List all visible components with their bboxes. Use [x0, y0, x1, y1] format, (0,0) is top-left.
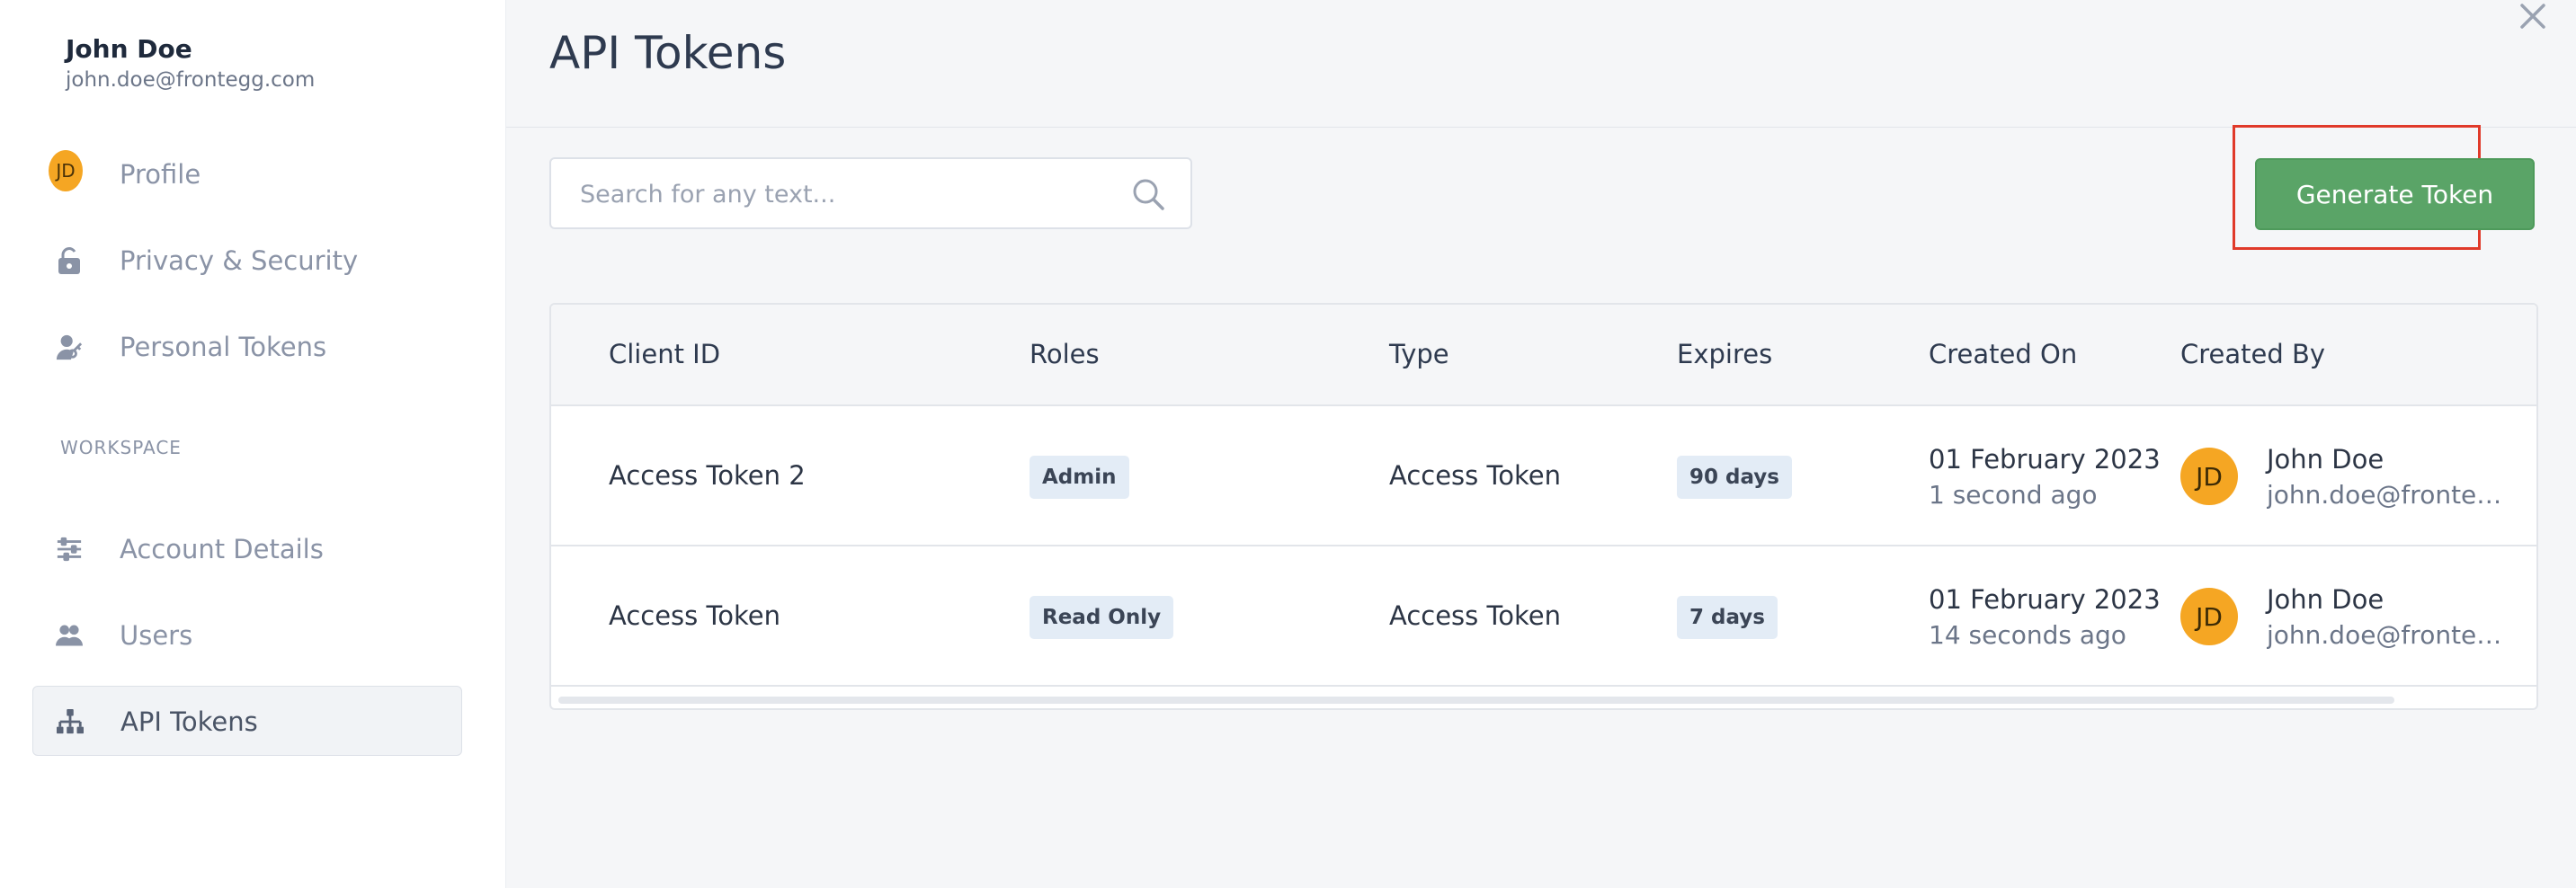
avatar: JD: [49, 150, 83, 191]
generate-token-button[interactable]: Generate Token: [2255, 158, 2535, 230]
page-title: API Tokens: [549, 27, 787, 79]
creator-email: john.doe@frontegg.com: [2267, 620, 2509, 650]
creator-name: John Doe: [2267, 444, 2384, 475]
close-icon: [2520, 4, 2545, 29]
user-name: John Doe: [66, 34, 192, 64]
role-badge: Admin: [1030, 456, 1129, 499]
role-badge: Read Only: [1030, 596, 1174, 639]
created-on-date: 01 February 2023: [1929, 584, 2161, 615]
sidebar-item-account-details[interactable]: Account Details: [32, 514, 462, 584]
main-content: API Tokens Generate Token Client ID Role…: [506, 0, 2576, 888]
creator-name: John Doe: [2267, 584, 2384, 615]
sidebar-item-api-tokens[interactable]: API Tokens: [32, 686, 462, 756]
type-cell: Access Token: [1389, 600, 1562, 631]
sidebar-item-users[interactable]: Users: [32, 600, 462, 670]
sidebar-item-label: Privacy & Security: [120, 245, 359, 276]
users-icon: [56, 622, 83, 649]
hierarchy-icon: [57, 708, 84, 735]
sidebar-item-label: Account Details: [120, 534, 324, 564]
sidebar-item-label: Profile: [120, 159, 201, 190]
column-header-expires[interactable]: Expires: [1677, 339, 1772, 369]
sidebar-item-personal-tokens[interactable]: Personal Tokens: [32, 312, 462, 382]
avatar: JD: [2180, 588, 2238, 645]
lock-icon: [56, 247, 83, 274]
column-header-type[interactable]: Type: [1389, 339, 1449, 369]
type-cell: Access Token: [1389, 460, 1562, 491]
tokens-table: Client ID Roles Type Expires Created On …: [549, 303, 2538, 710]
expires-badge: 90 days: [1677, 456, 1792, 499]
creator-email: john.doe@frontegg.com: [2267, 480, 2509, 510]
table-row[interactable]: Access Token 2 Admin Access Token 90 day…: [551, 406, 2536, 546]
sidebar-item-label: Users: [120, 620, 193, 651]
user-email: john.doe@frontegg.com: [66, 68, 316, 92]
created-on-relative: 1 second ago: [1929, 480, 2098, 510]
column-header-created-on[interactable]: Created On: [1929, 339, 2077, 369]
search-icon[interactable]: [1131, 177, 1165, 211]
sidebar-item-label: Personal Tokens: [120, 332, 327, 362]
client-id-cell: Access Token 2: [609, 460, 806, 491]
avatar-icon: JD: [49, 150, 83, 191]
sidebar-item-privacy-security[interactable]: Privacy & Security: [32, 226, 462, 296]
search-input[interactable]: [578, 159, 1121, 229]
column-header-client-id[interactable]: Client ID: [609, 339, 720, 369]
created-on-date: 01 February 2023: [1929, 444, 2161, 475]
sidebar: John Doe john.doe@frontegg.com JD Profil…: [0, 0, 506, 888]
sidebar-item-label: API Tokens: [120, 706, 258, 737]
close-button[interactable]: [2515, 0, 2551, 36]
client-id-cell: Access Token: [609, 600, 781, 631]
sidebar-item-profile[interactable]: JD Profile: [32, 139, 462, 209]
table-header: Client ID Roles Type Expires Created On …: [551, 305, 2536, 406]
expires-badge: 7 days: [1677, 596, 1778, 639]
column-header-roles[interactable]: Roles: [1030, 339, 1100, 369]
table-row[interactable]: Access Token Read Only Access Token 7 da…: [551, 546, 2536, 687]
user-key-icon: [56, 333, 83, 360]
sliders-icon: [56, 536, 83, 563]
horizontal-scrollbar[interactable]: [558, 697, 2394, 704]
created-on-relative: 14 seconds ago: [1929, 620, 2126, 650]
section-label-workspace: WORKSPACE: [60, 437, 182, 458]
column-header-created-by[interactable]: Created By: [2180, 339, 2325, 369]
search-box: [549, 157, 1192, 229]
avatar: JD: [2180, 448, 2238, 505]
